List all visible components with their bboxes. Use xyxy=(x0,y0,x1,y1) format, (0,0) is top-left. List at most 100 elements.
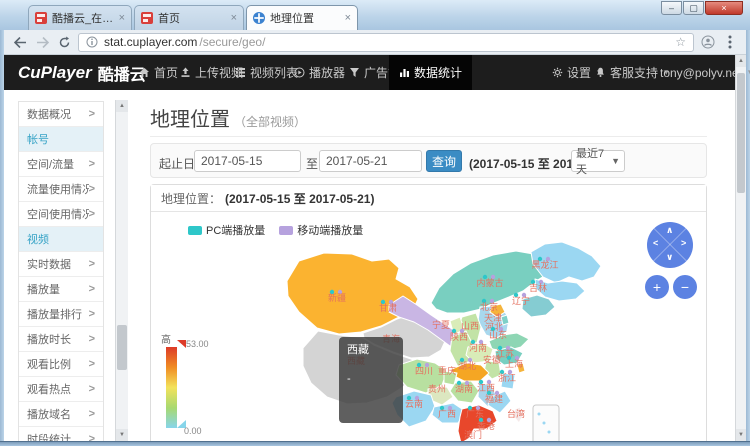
window-border-bottom xyxy=(0,441,750,446)
nav-item-upload[interactable]: 上传视频 xyxy=(180,55,243,90)
tooltip-province: 西藏 xyxy=(347,344,369,356)
scrollbar-thumb[interactable] xyxy=(117,325,127,370)
chevron-right-icon: > xyxy=(88,158,95,170)
window-close-button[interactable]: × xyxy=(705,1,743,15)
cuplayer-favicon-icon xyxy=(35,12,47,24)
list-icon xyxy=(236,68,245,77)
bell-icon xyxy=(597,67,604,77)
quick-range-value: 最近7天 xyxy=(576,148,605,176)
page-subtitle: （全部视频） xyxy=(234,115,307,129)
window-border-right xyxy=(746,30,750,441)
logo-en: CuPlayer xyxy=(18,62,92,82)
province-label: 广东 xyxy=(466,408,484,419)
account-email: tony@polyv.net xyxy=(660,65,743,80)
home-icon xyxy=(140,68,149,77)
nav-item-label: 首页 xyxy=(154,66,179,80)
refresh-icon[interactable] xyxy=(56,34,72,50)
province-label: 山西 xyxy=(461,321,479,331)
geo-panel-header: 地理位置： (2017-05-15 至 2017-05-21) xyxy=(151,185,706,212)
province-label: 安徽 xyxy=(483,354,501,365)
browser-menu-icon[interactable] xyxy=(722,34,738,50)
province-label: 内蒙古 xyxy=(476,277,503,288)
sidebar-scrollbar[interactable]: ▲ ▼ xyxy=(115,100,128,441)
province-label: 重庆 xyxy=(438,365,456,376)
province-label: 湖南 xyxy=(455,383,473,394)
browser-tab-1[interactable]: 酷播云_在线视频全终端 × xyxy=(28,5,132,30)
scroll-up-icon[interactable]: ▲ xyxy=(116,100,128,112)
province-label: 黑龙江 xyxy=(531,259,558,270)
sidebar-item-plays[interactable]: 播放量 > xyxy=(19,277,103,302)
province-label: 台湾 xyxy=(507,408,525,419)
pan-down-icon[interactable]: ∨ xyxy=(666,252,673,263)
sidebar-item-watch-ratio[interactable]: 观看比例 > xyxy=(19,352,103,377)
nav-item-support[interactable]: 客服支持 ▾ xyxy=(595,55,669,90)
scroll-down-icon[interactable]: ▼ xyxy=(116,429,128,441)
profile-icon[interactable] xyxy=(700,34,716,50)
tab-title: 首页 xyxy=(158,13,180,25)
sidebar-item-space-traffic[interactable]: 空间/流量 > xyxy=(19,152,103,177)
scroll-down-icon[interactable]: ▼ xyxy=(736,429,746,441)
chevron-right-icon: > xyxy=(88,408,95,420)
nav-item-video-list[interactable]: 视频列表 xyxy=(235,55,298,90)
nav-item-label: 设置 xyxy=(567,66,592,80)
pan-right-icon[interactable]: > xyxy=(681,238,686,248)
browser-tab-3-active[interactable]: 地理位置 × xyxy=(246,5,358,30)
cuplayer-favicon-icon xyxy=(141,12,153,24)
sidebar-item-watch-hotspot[interactable]: 观看热点 > xyxy=(19,377,103,402)
query-button[interactable]: 查询 xyxy=(426,150,462,172)
chevron-down-icon: ▼ xyxy=(611,156,620,166)
inset-island-dot xyxy=(547,430,551,434)
browser-tab-2[interactable]: 首页 × xyxy=(134,5,244,30)
window-border-left xyxy=(0,30,4,441)
sidebar-item-traffic-usage[interactable]: 流量使用情况 > xyxy=(19,177,103,202)
china-map: 新疆西藏青海甘肃内蒙古黑龙江吉林辽宁北京天津河北山西山东宁夏陕西河南江苏安徽上海… xyxy=(286,241,602,446)
tooltip-value: - xyxy=(347,373,351,386)
province-label: 北京 xyxy=(480,301,498,312)
start-date-input[interactable] xyxy=(194,150,301,172)
cuplayer-logo[interactable]: CuPlayer 酷播云 xyxy=(18,55,146,90)
zoom-in-button[interactable]: + xyxy=(645,275,669,299)
bookmark-star-icon[interactable]: ☆ xyxy=(675,35,686,49)
sidebar-item-play-ranking[interactable]: 播放量排行 > xyxy=(19,302,103,327)
chevron-right-icon: > xyxy=(88,108,95,120)
nav-item-home[interactable]: 首页 xyxy=(139,55,178,90)
nav-item-data-stats[interactable]: 数据统计 xyxy=(389,55,473,90)
quick-range-select[interactable]: 最近7天 ▼ xyxy=(571,148,625,176)
chevron-right-icon: > xyxy=(88,283,95,295)
sidebar-item-space-usage[interactable]: 空间使用情况 > xyxy=(19,202,103,227)
browser-window: 酷播云_在线视频全终端 × 首页 × 地理位置 × – ▢ × stat.cup… xyxy=(0,0,750,446)
window-maximize-button[interactable]: ▢ xyxy=(683,1,704,15)
province-label: 贵州 xyxy=(428,383,446,394)
sidebar-item-play-duration[interactable]: 播放时长 > xyxy=(19,327,103,352)
province-label: 四川 xyxy=(415,366,433,376)
south-china-sea-inset xyxy=(532,404,560,446)
inset-island-dot xyxy=(537,412,541,416)
inset-island-dot xyxy=(542,421,546,425)
forward-icon[interactable] xyxy=(34,34,50,50)
chevron-right-icon: > xyxy=(88,333,95,345)
tab-close-icon[interactable]: × xyxy=(231,12,237,24)
sidebar-item-overview[interactable]: 数据概况 > xyxy=(19,102,103,127)
url-host: stat.cuplayer.com xyxy=(104,35,198,49)
filter-icon xyxy=(350,68,359,77)
browser-scrollbar[interactable]: ▲ ▼ xyxy=(735,55,746,441)
tab-close-icon[interactable]: × xyxy=(345,12,351,24)
sidebar-item-play-domain[interactable]: 播放域名 > xyxy=(19,402,103,427)
province-label: 山东 xyxy=(489,329,507,340)
app-navbar: CuPlayer 酷播云 首页 上传视频 视频列表 播放器 广告管理 数据统计 xyxy=(4,55,750,90)
back-icon[interactable] xyxy=(12,34,28,50)
nav-item-player[interactable]: 播放器 xyxy=(294,55,345,90)
map-tooltip: 西藏 - xyxy=(339,337,403,423)
tab-close-icon[interactable]: × xyxy=(119,12,125,24)
sidebar-item-realtime[interactable]: 实时数据 > xyxy=(19,252,103,277)
gear-icon xyxy=(552,67,563,78)
page-info-icon[interactable] xyxy=(86,36,98,48)
scroll-up-icon[interactable]: ▲ xyxy=(736,55,746,67)
address-bar[interactable]: stat.cuplayer.com/secure/geo/ ☆ xyxy=(78,32,694,52)
pan-up-icon[interactable]: ∧ xyxy=(666,225,673,236)
scrollbar-thumb[interactable] xyxy=(737,73,745,193)
zoom-out-button[interactable]: − xyxy=(673,275,697,299)
end-date-input[interactable] xyxy=(319,150,422,172)
window-minimize-button[interactable]: – xyxy=(661,1,682,15)
pan-left-icon[interactable]: < xyxy=(653,238,658,248)
